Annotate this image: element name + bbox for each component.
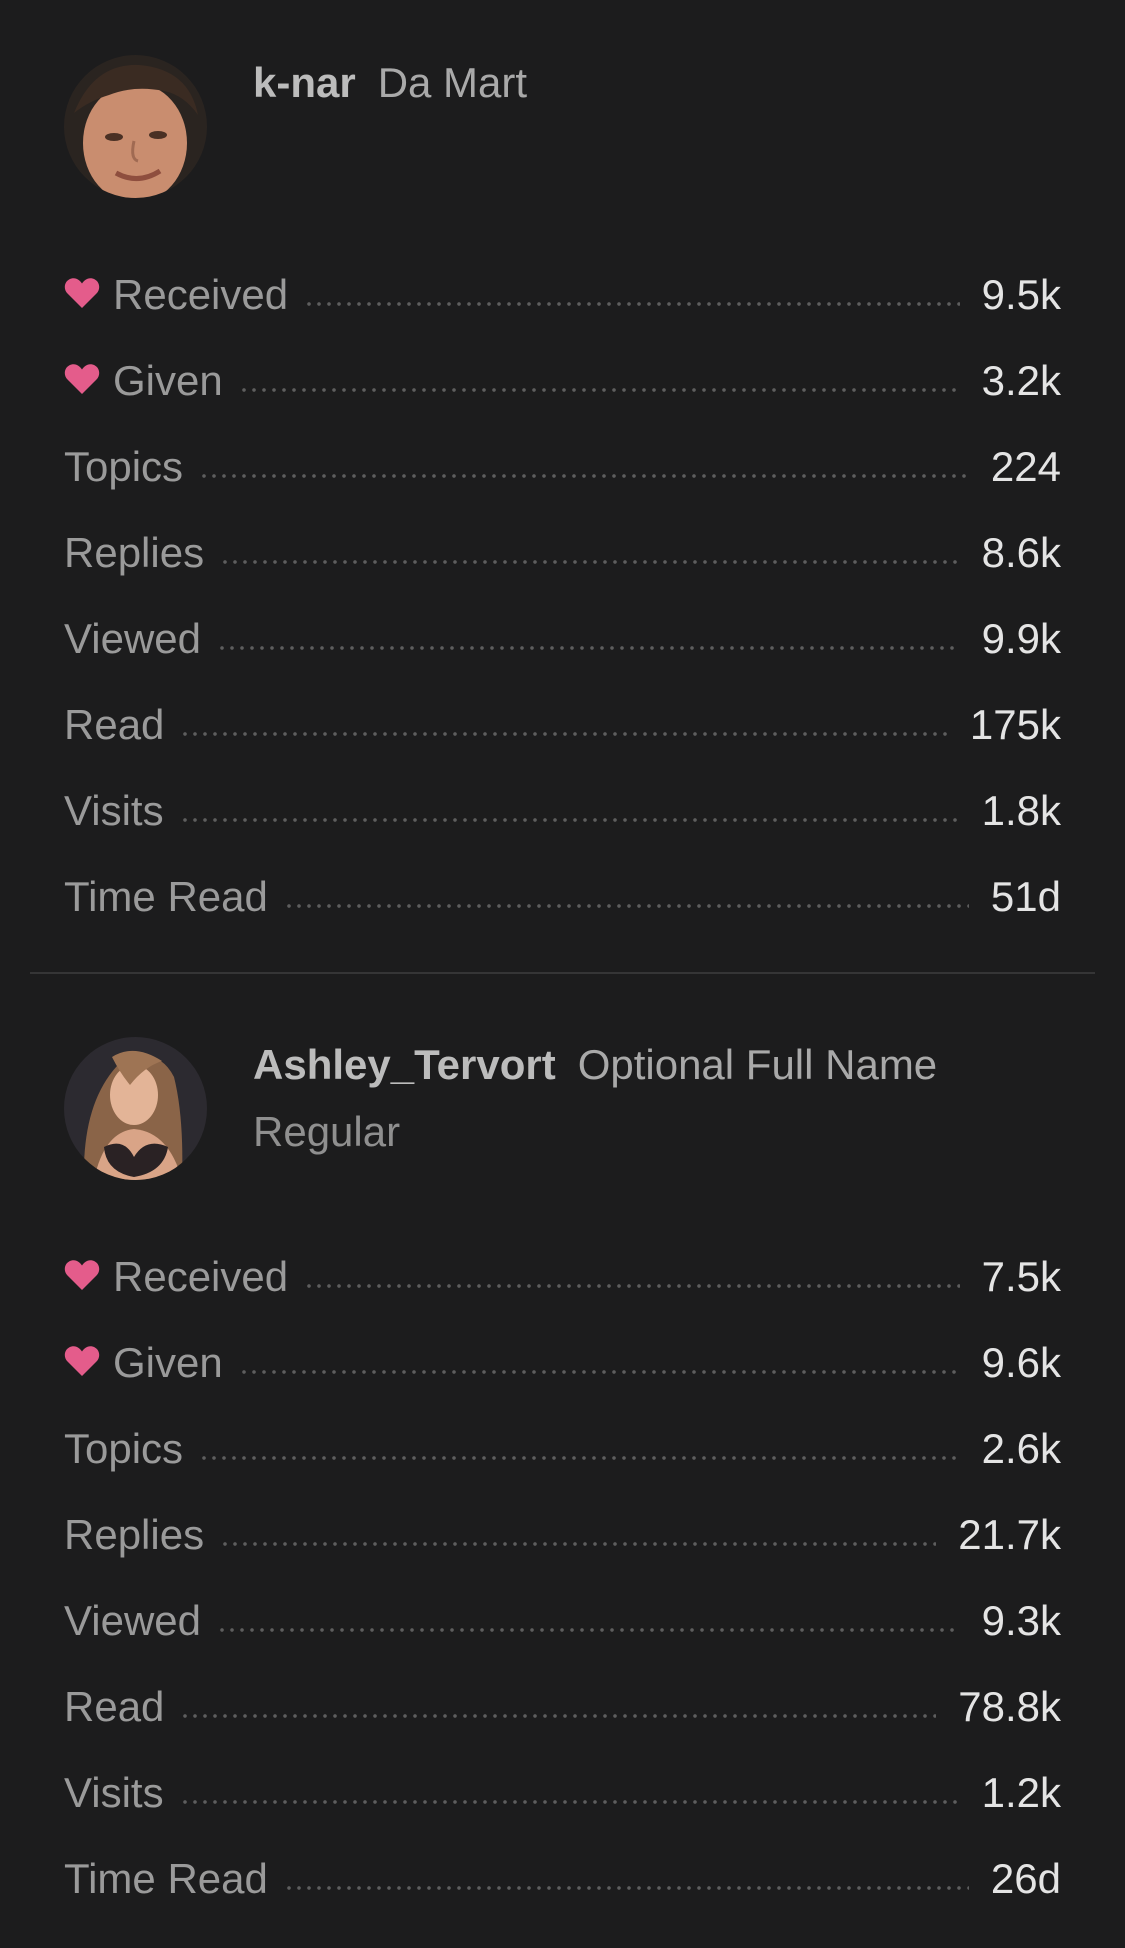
stat-value: 3.2k: [981, 357, 1061, 404]
user-stats-list: Received 9.5k Given 3.2k Topics 224 Repl…: [64, 252, 1061, 940]
stat-row-read: Read 78.8k: [64, 1664, 1061, 1750]
stat-label: Read: [64, 701, 165, 748]
dotted-leader: [180, 1714, 937, 1718]
stat-row-visits: Visits 1.2k: [64, 1750, 1061, 1836]
user-names: Ashley_Tervort Optional Full Name Regular: [253, 1040, 937, 1164]
stat-row-time-read: Time Read 26d: [64, 1836, 1061, 1922]
heart-icon: [64, 277, 100, 313]
stat-value: 224: [990, 443, 1061, 490]
dotted-leader: [179, 1800, 960, 1804]
stat-label: Given: [113, 1339, 223, 1386]
heart-icon: [64, 1259, 100, 1295]
user-avatar[interactable]: [64, 1037, 207, 1180]
stat-row-time-read: Time Read 51d: [64, 854, 1061, 940]
avatar-photo-icon: [64, 55, 207, 198]
dotted-leader: [217, 646, 960, 650]
heart-icon: [64, 1345, 100, 1381]
dotted-leader: [304, 1284, 960, 1288]
user-avatar[interactable]: [64, 55, 207, 198]
stat-row-given: Given 9.6k: [64, 1320, 1061, 1406]
username-link[interactable]: Ashley_Tervort: [253, 1041, 556, 1088]
dotted-leader: [217, 1628, 960, 1632]
stat-value: 78.8k: [958, 1683, 1061, 1730]
stat-value: 9.5k: [981, 271, 1061, 318]
stat-label: Read: [64, 1683, 165, 1730]
stat-value: 1.2k: [981, 1769, 1061, 1816]
card-divider: [30, 972, 1095, 974]
stat-value: 9.3k: [981, 1597, 1061, 1644]
stat-row-received: Received 7.5k: [64, 1234, 1061, 1320]
stat-label: Viewed: [64, 615, 201, 662]
stat-value: 9.9k: [981, 615, 1061, 662]
stat-row-viewed: Viewed 9.3k: [64, 1578, 1061, 1664]
stat-value: 175k: [969, 701, 1061, 748]
stat-value: 7.5k: [981, 1253, 1061, 1300]
stat-label: Received: [113, 1253, 289, 1300]
stat-label: Time Read: [64, 1855, 268, 1902]
stat-value: 21.7k: [958, 1511, 1061, 1558]
dotted-leader: [180, 732, 948, 736]
stat-label: Visits: [64, 787, 164, 834]
dotted-leader: [238, 1370, 960, 1374]
stat-row-topics: Topics 224: [64, 424, 1061, 510]
stat-label: Received: [113, 271, 289, 318]
stat-label: Viewed: [64, 1597, 201, 1644]
stat-value: 51d: [990, 873, 1061, 920]
stat-row-read: Read 175k: [64, 682, 1061, 768]
stat-row-visits: Visits 1.8k: [64, 768, 1061, 854]
stat-row-topics: Topics 2.6k: [64, 1406, 1061, 1492]
heart-icon: [64, 363, 100, 399]
stat-row-received: Received 9.5k: [64, 252, 1061, 338]
dotted-leader: [199, 1456, 960, 1460]
user-stats-list: Received 7.5k Given 9.6k Topics 2.6k Rep…: [64, 1234, 1061, 1922]
dotted-leader: [238, 388, 960, 392]
stat-label: Replies: [64, 1511, 205, 1558]
user-names: k-nar Da Mart: [253, 58, 527, 118]
stat-row-replies: Replies 21.7k: [64, 1492, 1061, 1578]
stat-label: Topics: [64, 443, 184, 490]
stat-label: Topics: [64, 1425, 184, 1472]
dotted-leader: [179, 818, 960, 822]
stat-value: 2.6k: [981, 1425, 1061, 1472]
dotted-leader: [199, 474, 969, 478]
dotted-leader: [283, 904, 969, 908]
stat-value: 26d: [990, 1855, 1061, 1902]
stat-label: Given: [113, 357, 223, 404]
dotted-leader: [220, 560, 960, 564]
user-title: Regular: [253, 1108, 401, 1155]
dotted-leader: [304, 302, 960, 306]
dotted-leader: [220, 1542, 937, 1546]
stat-value: 1.8k: [981, 787, 1061, 834]
avatar-photo-icon: [64, 1037, 207, 1180]
stat-value: 9.6k: [981, 1339, 1061, 1386]
stat-row-replies: Replies 8.6k: [64, 510, 1061, 596]
stat-value: 8.6k: [981, 529, 1061, 576]
user-full-name: Optional Full Name: [577, 1041, 938, 1088]
stat-label: Time Read: [64, 873, 268, 920]
stat-label: Visits: [64, 1769, 164, 1816]
stat-row-given: Given 3.2k: [64, 338, 1061, 424]
username-link[interactable]: k-nar: [253, 59, 356, 106]
stat-label: Replies: [64, 529, 205, 576]
stat-row-viewed: Viewed 9.9k: [64, 596, 1061, 682]
user-full-name: Da Mart: [377, 59, 528, 106]
dotted-leader: [283, 1886, 969, 1890]
